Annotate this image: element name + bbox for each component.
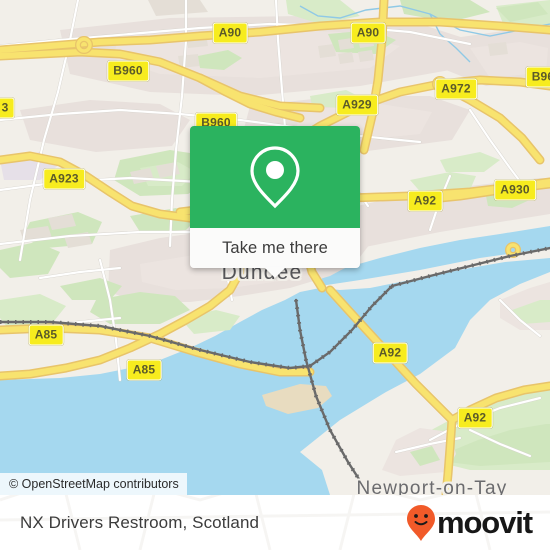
road-shield: A92 [457,407,493,429]
destination-popup[interactable]: Take me there [190,126,360,278]
popup-pointer-tail [264,267,286,278]
moovit-pin-icon [406,504,435,541]
road-shield: A923 [43,168,85,190]
location-title: NX Drivers Restroom, Scotland [20,512,260,532]
road-shield: A972 [435,78,477,100]
road-shield: A90 [350,22,386,44]
road-shield: B96 [525,66,550,88]
road-shield: A85 [126,359,162,381]
road-shield: A90 [212,22,248,44]
moovit-logo[interactable]: moovit [406,504,533,542]
moovit-wordmark: moovit [436,505,533,540]
road-shield: A85 [28,324,64,346]
road-shield: A92 [407,190,443,212]
popup-pin-panel [190,126,360,228]
osm-attribution[interactable]: © OpenStreetMap contributors [0,473,187,495]
road-shield: B960 [107,60,149,82]
footer-bar: NX Drivers Restroom, Scotland moovit [0,495,550,550]
road-shield: A929 [336,94,378,116]
popup-action-bar[interactable]: Take me there [190,228,360,278]
map-pin-icon [250,146,300,209]
take-me-there-label: Take me there [222,238,328,257]
map-screenshot: .water{fill:#a5d8ef} .res{fill:#e8e0dc} … [0,0,550,550]
road-shield: A930 [494,179,536,201]
place-label-newport-on-tay: Newport-on-Tay [356,478,508,495]
road-shield: 3 [0,97,15,119]
road-shield: A92 [372,342,408,364]
